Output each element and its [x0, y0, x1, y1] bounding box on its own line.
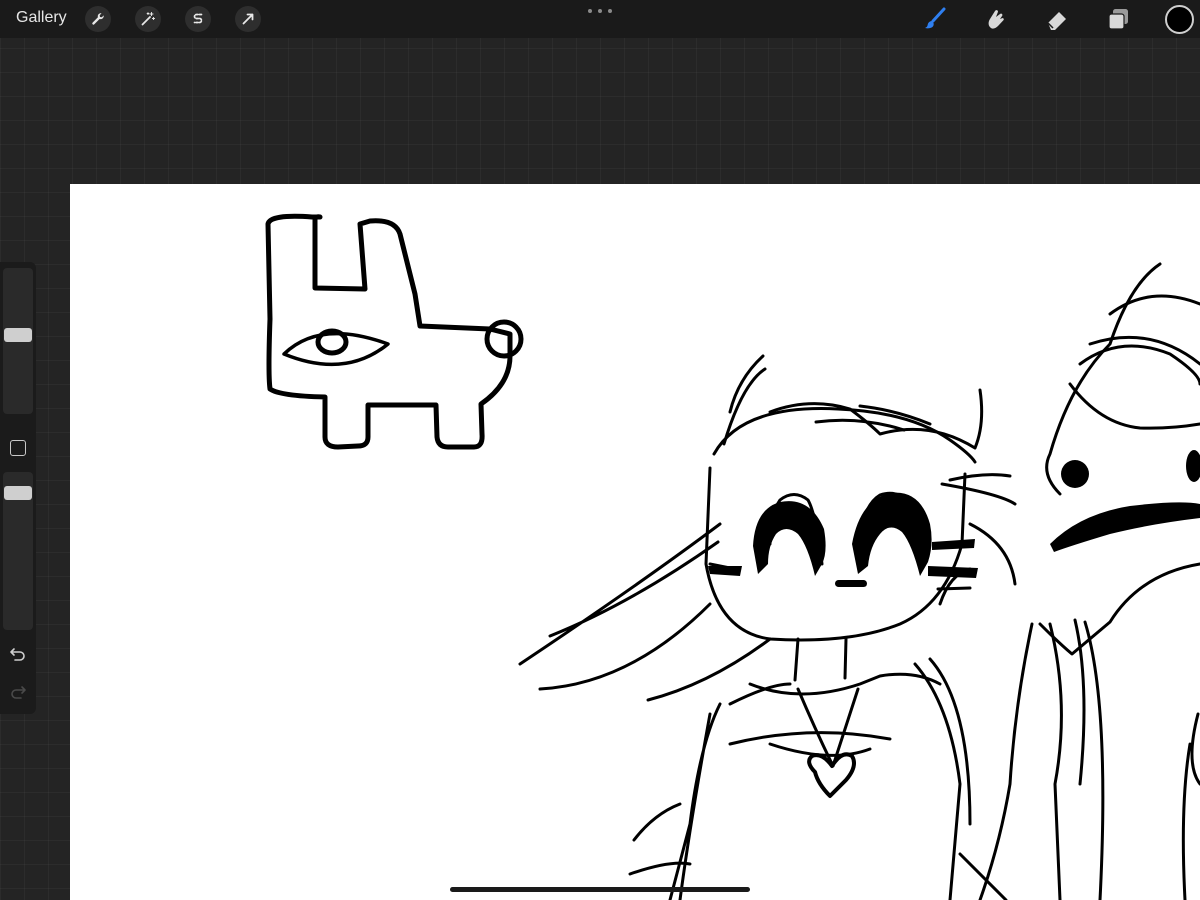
drawing-canvas[interactable] — [70, 184, 1200, 900]
more-options-handle[interactable] — [588, 6, 612, 16]
layers-icon — [1108, 9, 1128, 30]
transform-button[interactable] — [235, 6, 261, 32]
home-indicator[interactable] — [450, 887, 750, 892]
actions-button[interactable] — [85, 6, 111, 32]
character-sketch — [518, 354, 1017, 900]
top-toolbar: Gallery — [0, 0, 1200, 38]
square-modify-icon[interactable] — [10, 440, 26, 456]
left-sidebar — [0, 262, 36, 714]
magic-wand-icon — [141, 11, 156, 26]
selection-button[interactable] — [185, 6, 211, 32]
sketch-artwork — [265, 213, 1200, 900]
eraser-tool-button[interactable] — [1042, 4, 1072, 34]
layers-button[interactable] — [1103, 4, 1133, 34]
bunny-doodle — [265, 213, 524, 450]
dot-icon — [608, 9, 612, 13]
gallery-button[interactable]: Gallery — [16, 9, 67, 27]
brush-size-handle[interactable] — [4, 328, 32, 342]
eraser-icon — [1047, 12, 1066, 30]
undo-icon[interactable] — [8, 644, 28, 664]
dot-icon — [598, 9, 602, 13]
brush-tool-button[interactable] — [920, 4, 950, 34]
adjustments-button[interactable] — [135, 6, 161, 32]
wrench-icon — [92, 13, 104, 25]
brush-icon — [925, 7, 946, 29]
selection-s-icon — [193, 13, 203, 24]
smudge-tool-button[interactable] — [981, 4, 1011, 34]
second-character-sketch — [978, 262, 1200, 900]
color-picker-swatch[interactable] — [1165, 5, 1194, 34]
character-eyes — [708, 492, 978, 587]
dot-icon — [588, 9, 592, 13]
arrow-cursor-icon — [242, 13, 254, 25]
second-character-features — [1050, 450, 1200, 552]
redo-icon[interactable] — [8, 682, 28, 702]
opacity-handle[interactable] — [4, 486, 32, 500]
smudge-finger-icon — [988, 10, 1004, 29]
